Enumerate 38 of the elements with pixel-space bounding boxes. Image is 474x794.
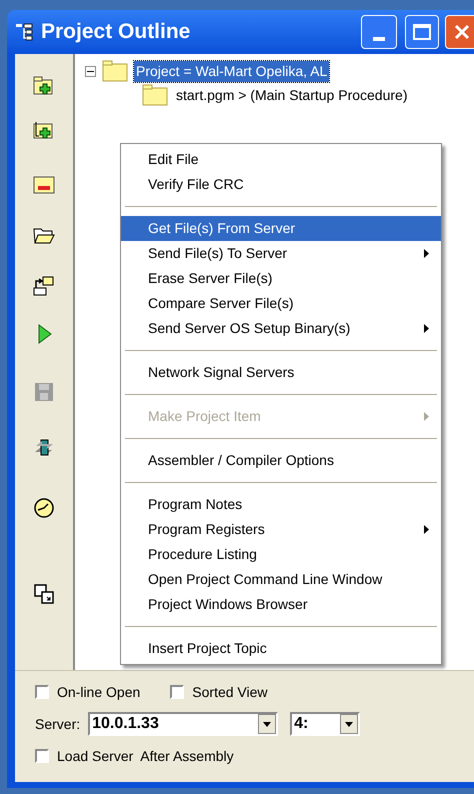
minimize-button[interactable] (361, 15, 397, 49)
menu-item[interactable]: Insert Project Topic (121, 636, 441, 661)
windows-icon[interactable] (32, 582, 56, 606)
checkbox[interactable] (170, 685, 184, 699)
server-label: Server: (35, 714, 80, 734)
menu-item[interactable]: Verify File CRC (121, 172, 441, 197)
folder-icon (142, 84, 168, 106)
menu-item[interactable]: Network Signal Servers (121, 360, 441, 385)
close-button[interactable] (445, 15, 474, 49)
checkbox-label: On-line Open (57, 682, 140, 702)
menu-item[interactable]: Send File(s) To Server (121, 241, 441, 266)
menu-item[interactable]: Edit File (121, 147, 441, 172)
menu-item[interactable]: Program Registers (121, 517, 441, 542)
close-icon (453, 23, 471, 41)
menu-item[interactable]: Get File(s) From Server (121, 216, 441, 241)
checkbox-label: Sorted View (192, 682, 268, 702)
checkbox[interactable] (35, 749, 49, 763)
server-dropdown[interactable]: 10.0.1.33 (88, 712, 278, 736)
tree-icon (15, 22, 35, 42)
menu-item[interactable]: Procedure Listing (121, 542, 441, 567)
menu-item[interactable]: Send Server OS Setup Binary(s) (121, 316, 441, 341)
checkbox[interactable] (35, 685, 49, 699)
menu-item[interactable]: Erase Server File(s) (121, 266, 441, 291)
checkbox-label: Load Server After Assembly (57, 746, 234, 766)
folder-arrow-icon[interactable] (32, 274, 56, 298)
menu-item[interactable]: Open Project Command Line Window (121, 567, 441, 592)
clock-icon[interactable] (32, 496, 56, 520)
tree-item[interactable]: start.pgm > (Main Startup Procedure) (174, 84, 410, 106)
collapse-toggle[interactable] (85, 66, 96, 76)
menu-item[interactable]: Compare Server File(s) (121, 291, 441, 316)
menu-item[interactable]: Program Notes (121, 492, 441, 517)
tree-item[interactable]: Project = Wal-Mart Opelika, AL (134, 60, 330, 82)
maximize-button[interactable] (405, 15, 439, 49)
menu-item[interactable]: Project Windows Browser (121, 592, 441, 617)
port-dropdown[interactable]: 4: (290, 712, 360, 736)
menu-item[interactable]: Assembler / Compiler Options (121, 448, 441, 473)
folder-icon (102, 60, 128, 82)
window-title: Project Outline (41, 19, 192, 46)
